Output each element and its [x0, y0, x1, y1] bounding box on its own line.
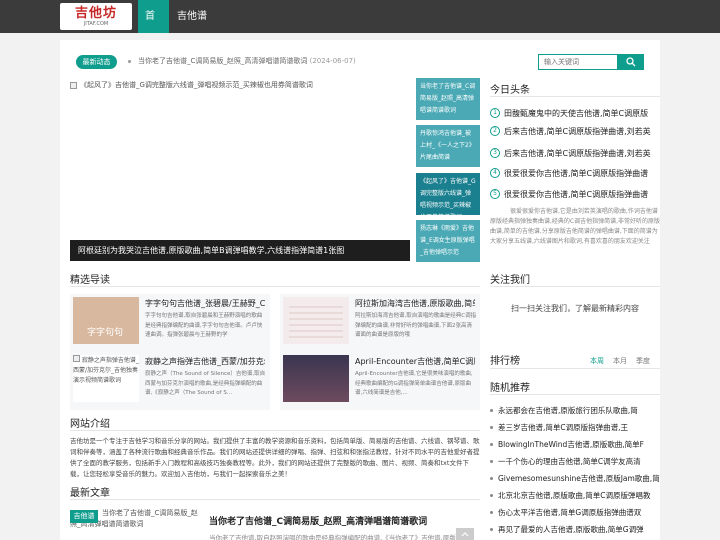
headline-item[interactable]: 5 很爱很爱你吉他谱,简单C调原版指弹曲谱 [490, 187, 660, 201]
nav-home[interactable]: 首页 [138, 0, 169, 55]
sheet-music-image [289, 306, 343, 338]
divider [490, 368, 660, 369]
number-badge-icon: 5 [490, 189, 500, 199]
bullet-icon [490, 408, 493, 412]
featured-thumbnail[interactable] [283, 297, 349, 344]
slider-image-alt: 《起风了》吉他谱_G调完整版六线谱_弹唱视频示范_买辣椒也用券简谱歌词 [80, 81, 313, 89]
featured-card-title[interactable]: April-Encounter吉他谱,简单C调原版 [355, 356, 475, 367]
site-logo[interactable]: 吉他坊 JITAF.COM [60, 3, 132, 30]
random-item[interactable]: BlowingInTheWind吉他谱,原版歌曲,简单F [490, 437, 660, 451]
random-item[interactable]: 一千个伤心的理由吉他谱,简单C调学友高清 [490, 454, 660, 468]
bullet-icon [490, 493, 493, 497]
featured-card[interactable]: 寂静之声指弹吉他谱_西蒙/加芬克尔_吉他独奏演示视频简谱歌词 寂静之声指弹吉他谱… [70, 352, 270, 410]
tab-quarter[interactable]: 季度 [636, 356, 650, 366]
logo-subtext: JITAF.COM [83, 20, 109, 27]
featured-thumbnail[interactable] [283, 355, 349, 402]
news-ticker: 最新动态 当你老了吉他谱_C调简易版_赵照_高清弹唱谱简谱歌词 (2024-06… [70, 52, 450, 70]
latest-title: 最新文章 [70, 488, 110, 499]
divider [70, 430, 480, 431]
featured-card-desc: 阿拉斯加海湾吉他谱,取自演唱的歌曲是经典C调指弹编配的曲谱,非常好听的弹唱曲谱,… [355, 313, 477, 338]
headline-description: 很爱很爱你吉他谱,它是由刘若英演唱的歌曲,作词吉他谱原版经典指弹独奏曲谱,经典的… [490, 208, 660, 245]
bullet-icon [490, 476, 493, 480]
slider-thumb-active[interactable]: 《起风了》吉他谱_G调完整版六线谱_弹唱视频示范_买辣椒也用券简谱歌词 [416, 173, 480, 215]
scroll-top-button[interactable] [456, 528, 474, 540]
featured-card-desc: 字字句句吉他谱,取自张碧晨和王赫野演唱的歌曲是经典指弹编配的曲谱,字字句句吉他谱… [145, 313, 263, 338]
headline-item[interactable]: 1 田馥甄魔鬼中的天使吉他谱,简单C调原版 [490, 106, 660, 120]
nav-guitar-tabs[interactable]: 吉他谱 [170, 0, 214, 33]
divider [490, 394, 660, 395]
number-badge-icon: 1 [490, 108, 500, 118]
featured-card[interactable]: April-Encounter吉他谱,简单C调原版 April-Encounte… [280, 352, 480, 410]
chevron-up-icon [461, 532, 469, 537]
featured-thumbnail[interactable]: 字字句句 [73, 297, 139, 344]
broken-image-icon [70, 81, 77, 89]
featured-card-title[interactable]: 阿拉斯加海湾吉他谱,原版歌曲,简单C调弹唱教学 [355, 298, 475, 309]
slider-thumb[interactable]: 当你老了吉他谱_C调简易版_赵照_高清弹唱谱简谱歌词 [416, 78, 480, 120]
follow-title: 关注我们 [490, 275, 530, 286]
search-button[interactable] [618, 54, 644, 70]
category-tag[interactable]: 吉他谱 [70, 510, 98, 523]
about-text: 吉他坊是一个专注于吉他学习和音乐分享的网站。我们提供了丰富的教学资源和音乐资料，… [70, 437, 480, 478]
bullet-icon [128, 60, 131, 63]
broken-image-icon [73, 355, 80, 362]
headline-item[interactable]: 4 很爱很爱你吉他谱,简单C调原版指弹曲谱 [490, 166, 660, 180]
bullet-icon [490, 510, 493, 514]
slider-thumb[interactable]: 扬志琳《雨爱》吉他谱_E调女生原版弹唱_吉他弹唱示范 [416, 220, 480, 262]
news-badge: 最新动态 [76, 55, 117, 69]
news-date: (2024-06-07) [309, 57, 356, 65]
featured-title: 精选导读 [70, 275, 110, 286]
headline-item[interactable]: 3 后来吉他谱,简单C调原版指弹曲谱,刘若英 [490, 146, 660, 160]
ranking-title: 排行榜 [490, 356, 520, 367]
divider [490, 286, 660, 287]
random-item[interactable]: 差三岁吉他谱,简单C调原版指弹曲谱,王 [490, 420, 660, 434]
headlines-title: 今日头条 [490, 85, 530, 96]
featured-card[interactable]: 阿拉斯加海湾吉他谱,原版歌曲,简单C调弹唱教学 阿拉斯加海湾吉他谱,取自演唱的歌… [280, 294, 480, 352]
latest-article-desc: 当你老了吉他谱,取自赵照演唱的歌曲是经典指弹编配的曲谱,《当你老了》吉他谱,原版… [209, 534, 462, 540]
bullet-icon [490, 459, 493, 463]
divider [70, 286, 480, 287]
number-badge-icon: 2 [490, 126, 500, 136]
logo-text: 吉他坊 [74, 5, 117, 21]
top-navbar: 吉他坊 JITAF.COM 首页 吉他谱 [0, 0, 720, 55]
featured-card-title[interactable]: 寂静之声指弹吉他谱_西蒙/加芬克尔_原版 [145, 356, 265, 367]
slider-image[interactable]: 《起风了》吉他谱_G调完整版六线谱_弹唱视频示范_买辣椒也用券简谱歌词 [70, 80, 313, 90]
random-item[interactable]: Givemesomesunshine吉他谱,原版Jam歌曲,简 [490, 471, 660, 485]
bullet-icon [490, 527, 493, 531]
number-badge-icon: 4 [490, 168, 500, 178]
latest-article-title[interactable]: 当你老了吉他谱_C调简易版_赵照_高清弹唱谱简谱歌词 [209, 514, 427, 527]
image-slider[interactable]: 《起风了》吉他谱_G调完整版六线谱_弹唱视频示范_买辣椒也用券简谱歌词 阿根廷别… [70, 78, 410, 261]
slider-thumb[interactable]: 丹歌惊鸿吉他谱_被上村_《一人之下2》片尾曲简谱 [416, 125, 480, 167]
random-title: 随机推荐 [490, 383, 530, 394]
featured-card-desc: April-Encounter吉他谱,它是很美味演唱的歌曲,经典歌曲编配的G调指… [355, 371, 473, 396]
random-item[interactable]: 伤心太平洋吉他谱,简单G调原版指弹曲谱双 [490, 505, 660, 519]
featured-thumbnail[interactable]: 寂静之声指弹吉他谱_西蒙/加芬克尔_吉他独奏演示视频简谱歌词 [73, 355, 139, 402]
tab-week[interactable]: 本周 [590, 356, 604, 366]
featured-card-desc: 寂静之声（The Sound of Silence）吉他谱,取自西蒙与加芬克尔演… [145, 371, 266, 396]
headline-item[interactable]: 2 后来吉他谱,简单C调原版指弹曲谱,刘若英 [490, 124, 660, 138]
follow-text: 扫一扫关注我们，了解最新精彩内容 [511, 304, 639, 313]
random-item[interactable]: 北京北京吉他谱,原版歌曲,简单C调原版弹唱教 [490, 488, 660, 502]
random-item[interactable]: 再见了最爱的人吉他谱,原版歌曲,简单G调弹 [490, 522, 660, 536]
number-badge-icon: 3 [490, 148, 500, 158]
bullet-icon [490, 442, 493, 446]
search-input[interactable] [538, 54, 618, 70]
news-text: 当你老了吉他谱_C调简易版_赵照_高清弹唱谱简谱歌词 [138, 57, 308, 65]
divider [490, 96, 660, 97]
tab-month[interactable]: 本月 [613, 356, 627, 366]
slider-caption[interactable]: 阿根廷别为我哭泣吉他谱,原版歌曲,简单B调弹唱教学,六线谱指弹简谱1张图 [70, 240, 410, 261]
news-ticker-link[interactable]: 当你老了吉他谱_C调简易版_赵照_高清弹唱谱简谱歌词 (2024-06-07) [138, 56, 356, 66]
divider [70, 499, 480, 500]
random-item[interactable]: 永远都会在吉他谱,原版旅行团乐队歌曲,简 [490, 403, 660, 417]
bullet-icon [490, 425, 493, 429]
featured-card[interactable]: 字字句句 字字句句吉他谱_张碧晨/王赫野_C调简单版_吉他弹唱 字字句句吉他谱,… [70, 294, 270, 352]
featured-card-title[interactable]: 字字句句吉他谱_张碧晨/王赫野_C调简单版_吉他弹唱 [145, 298, 265, 309]
search-icon [626, 57, 636, 67]
about-title: 网站介绍 [70, 419, 110, 430]
